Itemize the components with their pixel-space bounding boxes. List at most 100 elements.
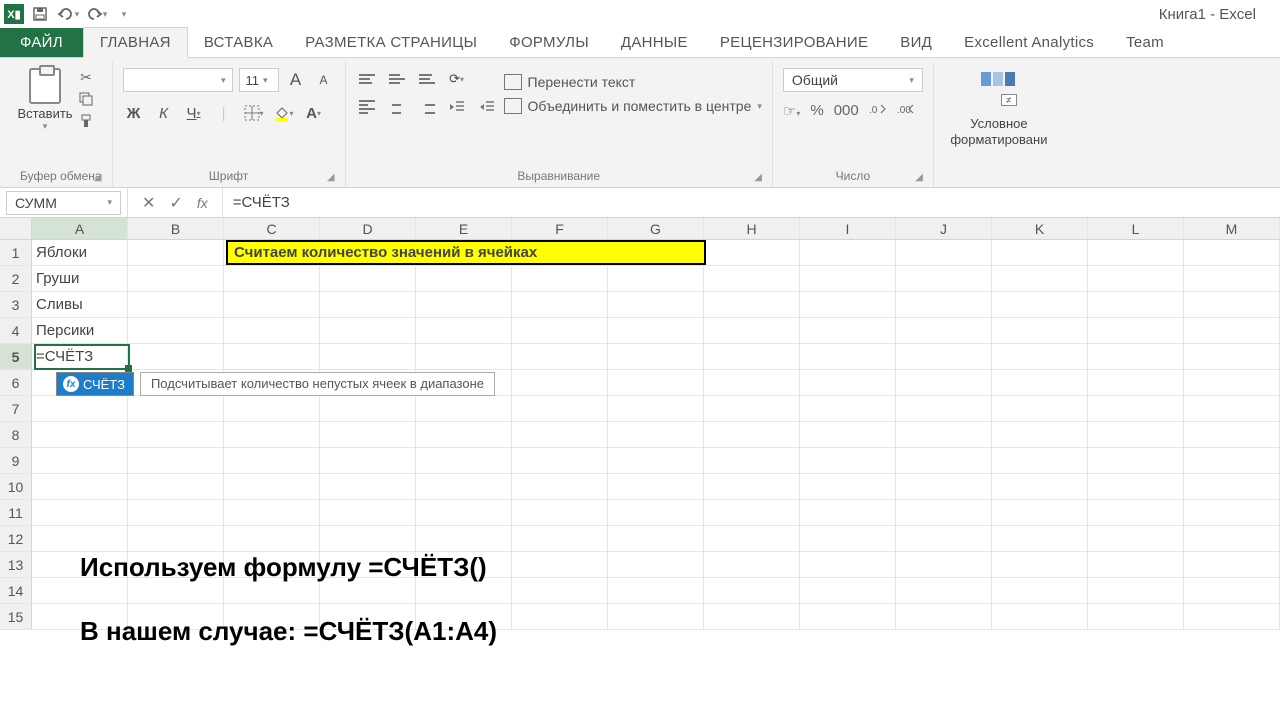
cell[interactable]: [128, 292, 224, 318]
cell[interactable]: [1088, 344, 1184, 370]
cell[interactable]: [1184, 422, 1280, 448]
row-header[interactable]: 6: [0, 370, 32, 396]
cell[interactable]: [992, 266, 1088, 292]
cell[interactable]: [608, 370, 704, 396]
cell[interactable]: [704, 474, 800, 500]
cell[interactable]: [608, 422, 704, 448]
cell[interactable]: Сливы: [32, 292, 128, 318]
cell[interactable]: [416, 422, 512, 448]
cell[interactable]: [1184, 292, 1280, 318]
cell[interactable]: [32, 500, 128, 526]
cell[interactable]: [1184, 604, 1280, 630]
cell[interactable]: [416, 474, 512, 500]
cell[interactable]: [608, 266, 704, 292]
borders-icon[interactable]: ▾: [243, 102, 265, 124]
cell[interactable]: [416, 396, 512, 422]
cell[interactable]: [1184, 344, 1280, 370]
cell[interactable]: [704, 604, 800, 630]
cell[interactable]: [512, 448, 608, 474]
tab-insert[interactable]: ВСТАВКА: [188, 28, 289, 57]
cell[interactable]: [608, 474, 704, 500]
decrease-font-icon[interactable]: A: [313, 69, 335, 91]
cell[interactable]: [128, 474, 224, 500]
cell[interactable]: [608, 552, 704, 578]
tab-excellent-analytics[interactable]: Excellent Analytics: [948, 28, 1110, 57]
cancel-formula-icon[interactable]: ✕: [142, 193, 155, 213]
align-right-icon[interactable]: [416, 96, 438, 118]
cell[interactable]: [896, 604, 992, 630]
row-header[interactable]: 4: [0, 318, 32, 344]
italic-button[interactable]: К: [153, 102, 175, 124]
cell[interactable]: [992, 448, 1088, 474]
tab-review[interactable]: РЕЦЕНЗИРОВАНИЕ: [704, 28, 884, 57]
row-header[interactable]: 2: [0, 266, 32, 292]
tab-file[interactable]: ФАЙЛ: [0, 28, 83, 57]
cell[interactable]: [800, 500, 896, 526]
cell[interactable]: [800, 474, 896, 500]
cell[interactable]: [608, 604, 704, 630]
cell[interactable]: [608, 344, 704, 370]
cell[interactable]: [32, 422, 128, 448]
cell[interactable]: [1184, 318, 1280, 344]
col-header[interactable]: C: [224, 218, 320, 239]
cell[interactable]: [320, 422, 416, 448]
orientation-icon[interactable]: ⟳▾: [446, 68, 468, 90]
cell[interactable]: [608, 578, 704, 604]
cell[interactable]: [1088, 500, 1184, 526]
cell[interactable]: Груши: [32, 266, 128, 292]
cell[interactable]: [800, 292, 896, 318]
cell[interactable]: [512, 344, 608, 370]
col-header[interactable]: M: [1184, 218, 1280, 239]
col-header[interactable]: E: [416, 218, 512, 239]
tab-home[interactable]: ГЛАВНАЯ: [83, 27, 188, 58]
cell[interactable]: [992, 318, 1088, 344]
row-header[interactable]: 7: [0, 396, 32, 422]
cell[interactable]: [1088, 422, 1184, 448]
insert-function-icon[interactable]: fx: [197, 195, 208, 211]
align-center-icon[interactable]: [386, 96, 408, 118]
row-header[interactable]: 12: [0, 526, 32, 552]
cell[interactable]: [1184, 526, 1280, 552]
cell[interactable]: [608, 396, 704, 422]
tab-formulas[interactable]: ФОРМУЛЫ: [493, 28, 605, 57]
cell[interactable]: [512, 266, 608, 292]
cell[interactable]: [416, 266, 512, 292]
cell[interactable]: [896, 370, 992, 396]
cell[interactable]: [128, 526, 224, 552]
cell[interactable]: [512, 396, 608, 422]
cell[interactable]: [704, 552, 800, 578]
cell[interactable]: [224, 500, 320, 526]
cell[interactable]: =СЧЁТЗ: [32, 344, 128, 370]
cell[interactable]: [224, 422, 320, 448]
cell[interactable]: [1184, 500, 1280, 526]
row-header[interactable]: 13: [0, 552, 32, 578]
wrap-text-button[interactable]: Перенести текст: [504, 74, 762, 90]
cell[interactable]: Яблоки: [32, 240, 128, 266]
cell[interactable]: [512, 578, 608, 604]
cell[interactable]: [320, 344, 416, 370]
bold-button[interactable]: Ж: [123, 102, 145, 124]
cell[interactable]: [416, 448, 512, 474]
cell[interactable]: [1184, 578, 1280, 604]
cell[interactable]: [128, 318, 224, 344]
cell[interactable]: [896, 240, 992, 266]
launcher-icon[interactable]: ◢: [94, 172, 102, 183]
cell[interactable]: [896, 396, 992, 422]
comma-format-icon[interactable]: 000: [834, 102, 859, 120]
row-header[interactable]: 3: [0, 292, 32, 318]
row-header[interactable]: 1: [0, 240, 32, 266]
cell[interactable]: [320, 266, 416, 292]
cut-icon[interactable]: ✂: [76, 68, 96, 86]
cell[interactable]: [896, 500, 992, 526]
increase-indent-icon[interactable]: [476, 96, 498, 118]
cell[interactable]: [896, 266, 992, 292]
col-header[interactable]: A: [32, 218, 128, 239]
copy-icon[interactable]: [76, 90, 96, 108]
cell[interactable]: [800, 266, 896, 292]
cell[interactable]: [224, 396, 320, 422]
cell[interactable]: [896, 318, 992, 344]
cell[interactable]: [224, 292, 320, 318]
cell[interactable]: [416, 344, 512, 370]
cell[interactable]: [1088, 526, 1184, 552]
cell[interactable]: [1088, 292, 1184, 318]
